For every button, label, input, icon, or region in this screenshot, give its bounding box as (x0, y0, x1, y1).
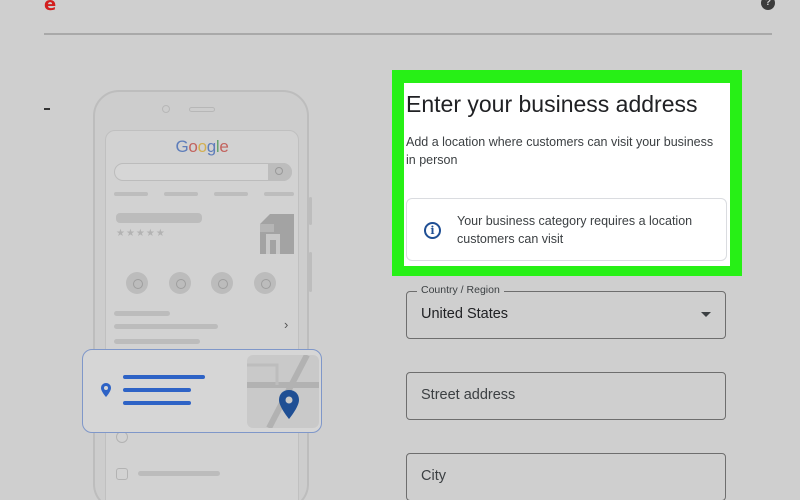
map-thumbnail (247, 355, 319, 428)
phone-screen: Google ★★★★★ › (105, 130, 299, 500)
notice-text: Your business category requires a locati… (457, 214, 693, 246)
location-pin-icon (101, 383, 111, 397)
help-icon[interactable]: ? (761, 0, 775, 10)
phone-camera (162, 105, 170, 113)
left-dash-mark (44, 108, 50, 110)
brand-logo: e (44, 0, 57, 15)
address-intro-panel: Enter your business address Add a locati… (404, 83, 730, 266)
mock-text-line (114, 324, 218, 329)
phone-side-button (309, 197, 312, 225)
address-line (123, 375, 205, 379)
mock-search-bar (114, 163, 292, 181)
phone-speaker (189, 107, 215, 112)
page-subtitle: Add a location where customers can visit… (406, 135, 714, 167)
phone-illustration: Google ★★★★★ › (93, 90, 312, 500)
highlight-box: Enter your business address Add a locati… (392, 70, 742, 276)
search-icon (268, 163, 292, 181)
city-field[interactable]: City (406, 453, 726, 500)
street-address-field[interactable]: Street address (406, 372, 726, 420)
star-rating: ★★★★★ (116, 228, 166, 239)
phone-side-button (309, 252, 312, 292)
header-divider (44, 33, 772, 35)
save-icon (211, 272, 233, 294)
directions-icon (169, 272, 191, 294)
chevron-right-icon: › (284, 317, 289, 332)
mock-nav-line (164, 192, 198, 196)
address-line (123, 401, 191, 405)
mock-text-line (138, 471, 220, 476)
info-icon: i (424, 222, 441, 239)
city-placeholder: City (421, 468, 446, 484)
mock-nav-line (264, 192, 294, 196)
address-line (123, 388, 191, 392)
phone-call-icon (126, 272, 148, 294)
phone-icon (116, 468, 128, 480)
google-logo: Google (175, 137, 229, 156)
mock-business-name (116, 213, 202, 223)
mock-nav-line (114, 192, 148, 196)
page-title: Enter your business address (406, 91, 698, 117)
mock-text-line (114, 311, 170, 316)
street-address-placeholder: Street address (421, 387, 516, 403)
country-region-select[interactable]: Country / Region United States (406, 284, 726, 339)
location-card (82, 349, 322, 433)
storefront-icon (260, 214, 294, 254)
country-region-value: United States (421, 306, 509, 322)
dropdown-arrow-icon[interactable] (701, 312, 711, 317)
top-bar: e ? (0, 0, 800, 34)
mock-nav-line (214, 192, 248, 196)
country-region-label: Country / Region (417, 284, 504, 296)
info-notice: i Your business category requires a loca… (406, 198, 727, 261)
map-pin-icon (279, 390, 299, 419)
website-icon (254, 272, 276, 294)
mock-text-line (114, 339, 200, 344)
